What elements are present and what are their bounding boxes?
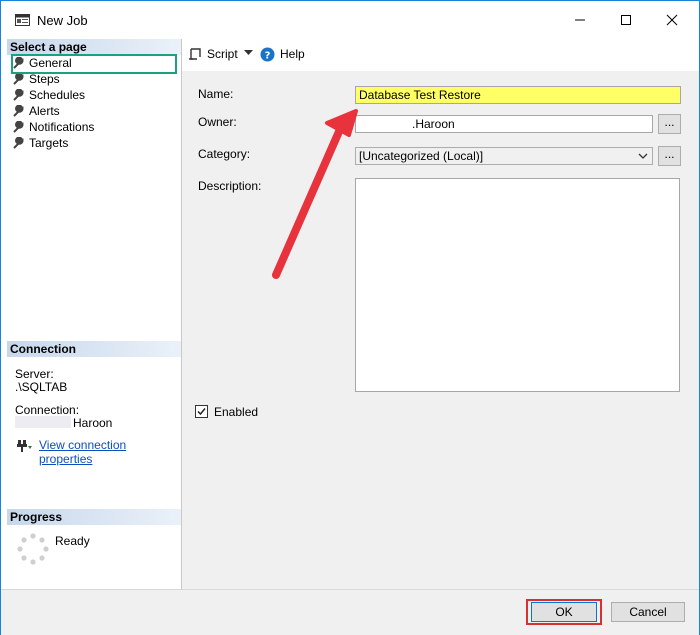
sidebar-item-alerts[interactable]: Alerts bbox=[13, 103, 60, 119]
view-connection-properties-link[interactable]: View connection properties bbox=[39, 438, 181, 466]
ok-button[interactable]: OK bbox=[531, 602, 597, 622]
redacted-area bbox=[15, 416, 71, 428]
server-label: Server: bbox=[15, 367, 54, 381]
close-button[interactable] bbox=[649, 1, 695, 39]
connection-properties-icon bbox=[17, 440, 32, 452]
general-highlight-box bbox=[11, 54, 177, 74]
progress-status: Ready bbox=[55, 534, 90, 548]
wrench-icon bbox=[13, 89, 24, 101]
annotation-arrow-icon bbox=[272, 109, 358, 279]
maximize-icon bbox=[621, 15, 631, 25]
wrench-icon bbox=[13, 137, 24, 149]
new-job-window: New Job Select a page General Steps Sche… bbox=[0, 0, 700, 635]
sidebar-item-notifications[interactable]: Notifications bbox=[13, 119, 94, 135]
button-bar: OK Cancel bbox=[1, 589, 699, 635]
sidebar-item-label: Alerts bbox=[29, 104, 60, 118]
maximize-button[interactable] bbox=[603, 1, 649, 39]
wrench-icon bbox=[13, 105, 24, 117]
sidebar-item-label: Steps bbox=[29, 72, 60, 86]
window-title: New Job bbox=[37, 13, 88, 28]
progress-header: Progress bbox=[7, 509, 181, 525]
server-value: .\SQLTAB bbox=[15, 380, 68, 394]
wrench-icon bbox=[13, 121, 24, 133]
cancel-button[interactable]: Cancel bbox=[611, 602, 685, 622]
sidebar-item-label: Notifications bbox=[29, 120, 95, 134]
main-content: Script ? Help Name: Database Test Restor… bbox=[182, 39, 699, 589]
select-page-header: Select a page bbox=[7, 39, 181, 55]
wrench-icon bbox=[13, 73, 24, 85]
connection-value: Haroon bbox=[73, 416, 113, 430]
connection-header: Connection bbox=[7, 341, 181, 357]
sidebar-item-label: Schedules bbox=[29, 88, 86, 102]
sidebar: Select a page General Steps Schedules Al… bbox=[7, 39, 182, 589]
progress-spinner-icon bbox=[17, 533, 49, 565]
title-bar: New Job bbox=[1, 1, 699, 39]
sidebar-item-schedules[interactable]: Schedules bbox=[13, 87, 85, 103]
sidebar-item-label: Targets bbox=[29, 136, 69, 150]
job-window-icon bbox=[15, 14, 30, 26]
minimize-icon bbox=[575, 19, 585, 21]
close-icon bbox=[666, 14, 678, 26]
connection-label: Connection: bbox=[15, 403, 80, 417]
minimize-button[interactable] bbox=[557, 1, 603, 39]
sidebar-item-targets[interactable]: Targets bbox=[13, 135, 68, 151]
